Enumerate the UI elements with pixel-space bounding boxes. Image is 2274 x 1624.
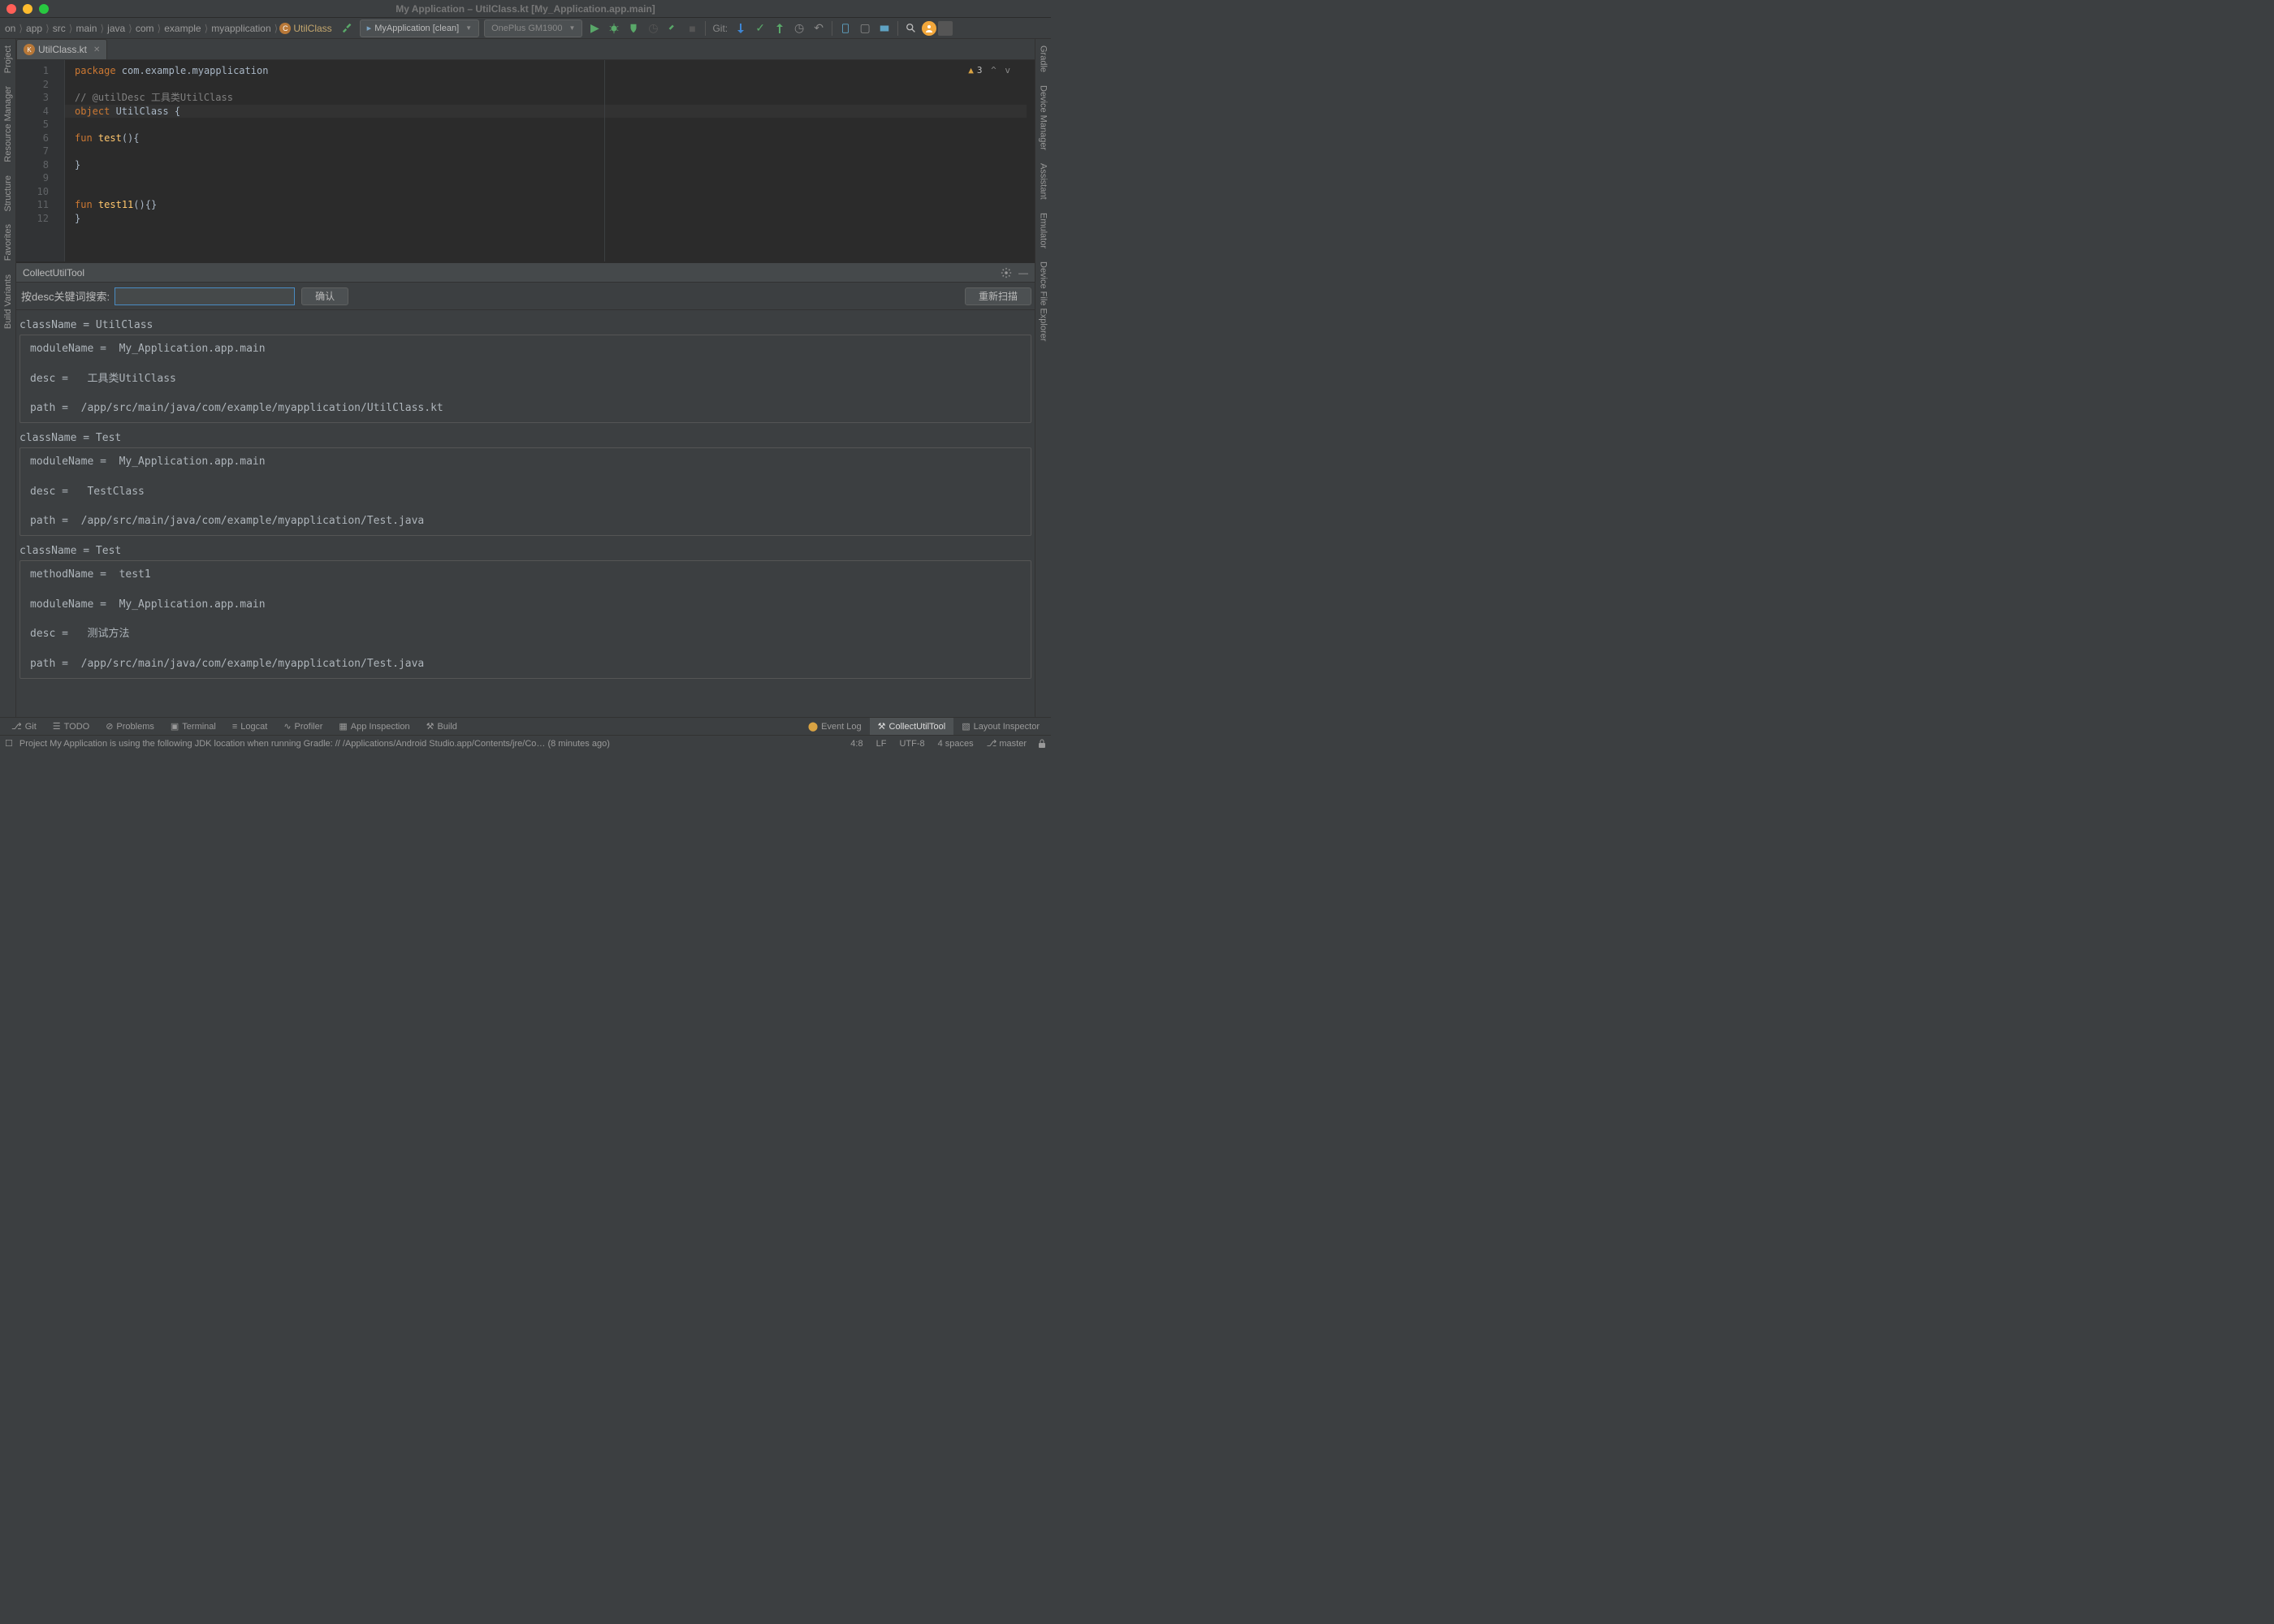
sdk-icon[interactable] xyxy=(875,19,893,37)
attach-icon[interactable] xyxy=(664,19,681,37)
caret-pos[interactable]: 4:8 xyxy=(844,739,869,749)
code-content[interactable]: package com.example.myapplication // @ut… xyxy=(65,60,1035,261)
tab-problems[interactable]: ⊘Problems xyxy=(97,718,162,735)
kotlin-file-icon: K xyxy=(24,44,35,55)
git-commit-icon[interactable]: ✓ xyxy=(751,19,769,37)
account-icon[interactable] xyxy=(922,21,936,36)
maximize-window-button[interactable] xyxy=(39,4,49,14)
tool-title: CollectUtilTool xyxy=(23,267,84,279)
editor-tab[interactable]: K UtilClass.kt ✕ xyxy=(16,39,107,59)
git-update-icon[interactable] xyxy=(732,19,750,37)
breadcrumb-item[interactable]: myapplication xyxy=(210,23,272,34)
search-input[interactable] xyxy=(115,287,295,305)
user-placeholder-icon[interactable] xyxy=(938,21,953,36)
left-tool-favorites[interactable]: Favorites xyxy=(3,218,13,267)
window-title: My Application – UtilClass.kt [My_Applic… xyxy=(396,3,655,15)
tool-results[interactable]: className = UtilClassmoduleName = My_App… xyxy=(16,310,1035,717)
editor-tabs: K UtilClass.kt ✕ xyxy=(16,39,1035,60)
tool-panel: CollectUtilTool — 按desc关键词搜索: 确认 重新扫描 cl… xyxy=(16,261,1035,717)
right-tool-gradle[interactable]: Gradle xyxy=(1039,39,1048,79)
line-sep[interactable]: LF xyxy=(870,739,893,749)
left-tool-gutter: ProjectResource ManagerStructureFavorite… xyxy=(0,39,16,717)
tab-eventlog[interactable]: ⬤Event Log xyxy=(800,718,870,735)
breadcrumb-item[interactable]: java xyxy=(106,23,127,34)
git-history-icon[interactable]: ◷ xyxy=(790,19,808,37)
tab-layout-inspector[interactable]: ▧Layout Inspector xyxy=(953,718,1048,735)
run-config-selector[interactable]: ▸ MyApplication [clean] ▼ xyxy=(360,19,479,37)
result-block: moduleName = My_Application.app.main des… xyxy=(19,335,1031,423)
debug-icon[interactable] xyxy=(605,19,623,37)
run-icon[interactable]: ▶ xyxy=(586,19,603,37)
right-tool-gutter: GradleDevice ManagerAssistantEmulatorDev… xyxy=(1035,39,1051,717)
breadcrumb[interactable]: on⟩app⟩src⟩main⟩java⟩com⟩example⟩myappli… xyxy=(3,23,332,34)
undo-icon[interactable]: ↶ xyxy=(810,19,828,37)
search-label: 按desc关键词搜索: xyxy=(21,288,110,304)
breadcrumb-class[interactable]: UtilClass xyxy=(293,23,331,34)
toolbar: on⟩app⟩src⟩main⟩java⟩com⟩example⟩myappli… xyxy=(0,18,1051,39)
tab-profiler[interactable]: ∿Profiler xyxy=(275,718,331,735)
tool-search-row: 按desc关键词搜索: 确认 重新扫描 xyxy=(16,283,1035,310)
git-label: Git: xyxy=(712,23,728,34)
tab-collectutiltool[interactable]: ⚒CollectUtilTool xyxy=(870,718,954,735)
tab-build[interactable]: ⚒Build xyxy=(418,718,465,735)
indent[interactable]: 4 spaces xyxy=(932,739,980,749)
device-icon2[interactable]: ▢ xyxy=(856,19,874,37)
tab-logcat[interactable]: ≡Logcat xyxy=(224,718,275,735)
close-window-button[interactable] xyxy=(6,4,16,14)
search-icon[interactable] xyxy=(902,19,920,37)
class-icon: C xyxy=(279,23,291,34)
right-tool-device-manager[interactable]: Device Manager xyxy=(1039,79,1048,157)
git-push-icon[interactable] xyxy=(771,19,789,37)
left-tool-structure[interactable]: Structure xyxy=(3,169,13,218)
coverage-icon[interactable] xyxy=(625,19,642,37)
status-box-icon[interactable]: ☐ xyxy=(5,738,13,749)
status-message: Project My Application is using the foll… xyxy=(13,739,616,749)
tab-filename: UtilClass.kt xyxy=(38,44,87,55)
breadcrumb-item[interactable]: main xyxy=(74,23,98,34)
breadcrumb-item[interactable]: on xyxy=(3,23,17,34)
lock-icon[interactable] xyxy=(1038,739,1046,749)
right-tool-emulator[interactable]: Emulator xyxy=(1039,206,1048,255)
tab-inspection[interactable]: ▦App Inspection xyxy=(331,718,417,735)
device-selector[interactable]: OnePlus GM1900 ▼ xyxy=(484,19,582,37)
status-bar: ☐ Project My Application is using the fo… xyxy=(0,735,1051,751)
breadcrumb-item[interactable]: com xyxy=(134,23,156,34)
tab-terminal[interactable]: ▣Terminal xyxy=(162,718,224,735)
result-header: className = Test xyxy=(19,430,1031,447)
confirm-button[interactable]: 确认 xyxy=(301,287,348,305)
encoding[interactable]: UTF-8 xyxy=(893,739,931,749)
minimize-window-button[interactable] xyxy=(23,4,32,14)
tab-todo[interactable]: ☰TODO xyxy=(45,718,97,735)
hammer-icon[interactable] xyxy=(339,19,357,37)
result-header: className = Test xyxy=(19,542,1031,560)
breadcrumb-item[interactable]: app xyxy=(24,23,44,34)
rescan-button[interactable]: 重新扫描 xyxy=(965,287,1031,305)
result-header: className = UtilClass xyxy=(19,317,1031,335)
breadcrumb-item[interactable]: example xyxy=(162,23,202,34)
profile-icon: ◷ xyxy=(644,19,662,37)
avd-icon[interactable] xyxy=(837,19,854,37)
titlebar: My Application – UtilClass.kt [My_Applic… xyxy=(0,0,1051,18)
fold-gutter xyxy=(55,60,65,261)
right-tool-assistant[interactable]: Assistant xyxy=(1039,157,1048,206)
line-number-gutter: 123456789101112 xyxy=(16,60,55,261)
stop-icon: ■ xyxy=(683,19,701,37)
run-config-label: MyApplication [clean] xyxy=(374,24,459,33)
left-tool-build-variants[interactable]: Build Variants xyxy=(3,268,13,335)
git-branch[interactable]: ⎇ master xyxy=(980,738,1033,749)
close-icon[interactable]: ✕ xyxy=(93,45,100,54)
bottom-tool-tabs: ⎇Git ☰TODO ⊘Problems ▣Terminal ≡Logcat ∿… xyxy=(0,717,1051,735)
right-tool-device-file-explorer[interactable]: Device File Explorer xyxy=(1039,255,1048,348)
device-label: OnePlus GM1900 xyxy=(491,24,562,33)
result-block: methodName = test1 moduleName = My_Appli… xyxy=(19,560,1031,678)
left-tool-resource-manager[interactable]: Resource Manager xyxy=(3,80,13,169)
left-tool-project[interactable]: Project xyxy=(3,39,13,80)
gear-icon[interactable] xyxy=(1001,267,1012,279)
tab-git[interactable]: ⎇Git xyxy=(3,718,45,735)
tool-panel-header: CollectUtilTool — xyxy=(16,263,1035,283)
code-editor[interactable]: 123456789101112 package com.example.myap… xyxy=(16,60,1035,261)
breadcrumb-item[interactable]: src xyxy=(51,23,67,34)
result-block: moduleName = My_Application.app.main des… xyxy=(19,447,1031,536)
hide-panel-icon[interactable]: — xyxy=(1018,267,1028,279)
